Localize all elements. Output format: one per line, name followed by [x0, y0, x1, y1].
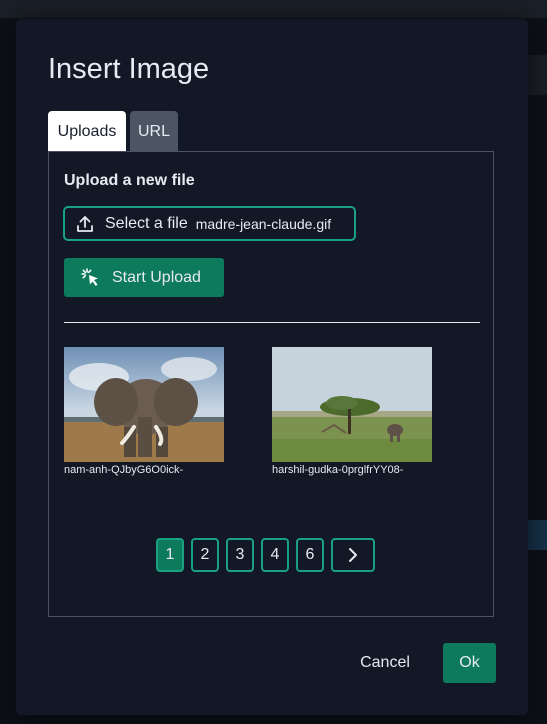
selected-file-name: madre-jean-claude.gif [195, 215, 332, 232]
next-page-button[interactable] [331, 538, 375, 572]
tab-bar: Uploads URL [48, 111, 178, 152]
insert-image-dialog: Insert Image Uploads URL Upload a new fi… [16, 19, 528, 715]
tab-uploads[interactable]: Uploads [48, 111, 126, 152]
start-upload-label: Start Upload [112, 268, 201, 286]
image-thumbnail[interactable]: nam-anh-QJbyG6O0ick- [64, 347, 224, 476]
cancel-button[interactable]: Cancel [346, 643, 424, 683]
page-button-1[interactable]: 1 [156, 538, 184, 572]
upload-section-label: Upload a new file [64, 172, 195, 189]
section-divider [64, 322, 480, 323]
image-caption: harshil-gudka-0prglfrYY08- [272, 464, 404, 476]
page-button-2[interactable]: 2 [191, 538, 219, 572]
page-button-3[interactable]: 3 [226, 538, 254, 572]
page-button-4[interactable]: 4 [261, 538, 289, 572]
background-topbar [0, 0, 547, 18]
start-upload-button[interactable]: Start Upload [64, 258, 224, 297]
upload-icon [77, 215, 93, 232]
pagination: 1 2 3 4 6 [156, 538, 375, 572]
elephant-image [64, 347, 224, 462]
tab-url[interactable]: URL [130, 111, 178, 152]
background-field [528, 55, 547, 95]
uploads-panel: Upload a new file Select a file madre-je… [48, 151, 494, 617]
dialog-title: Insert Image [48, 53, 210, 85]
select-file-button[interactable]: Select a file madre-jean-claude.gif [63, 206, 356, 241]
cursor-click-icon [81, 267, 98, 286]
image-caption: nam-anh-QJbyG6O0ick- [64, 464, 184, 476]
image-thumbnail[interactable]: harshil-gudka-0prglfrYY08- [272, 347, 432, 476]
ok-button[interactable]: Ok [443, 643, 496, 683]
background-highlight [528, 520, 547, 550]
chevron-right-icon [349, 548, 357, 562]
page-button-6[interactable]: 6 [296, 538, 324, 572]
savanna-image [272, 347, 432, 462]
select-file-label: Select a file [105, 214, 188, 232]
